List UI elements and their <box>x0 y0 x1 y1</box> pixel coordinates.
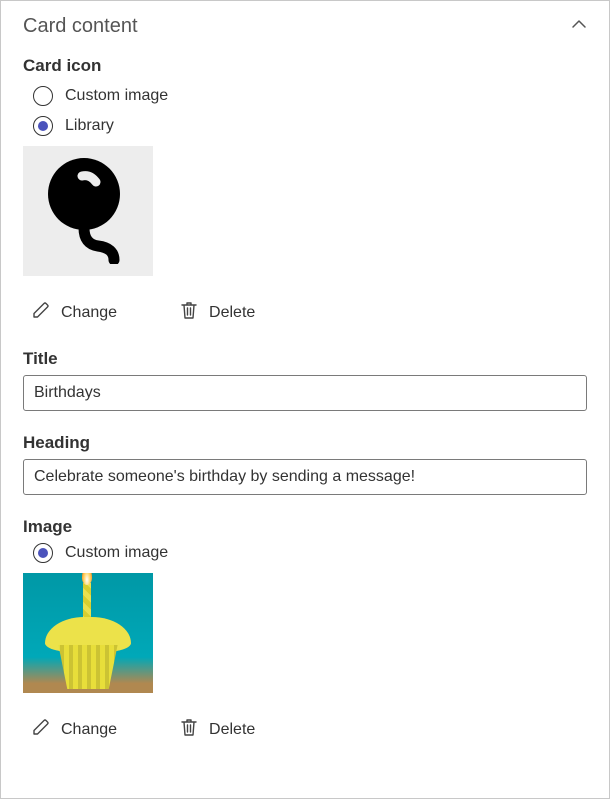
card-icon-preview <box>23 146 153 276</box>
balloon-icon <box>38 154 138 269</box>
delete-label: Delete <box>209 721 255 739</box>
radio-icon <box>33 116 53 136</box>
change-label: Change <box>61 304 117 322</box>
chevron-up-icon[interactable] <box>571 16 587 37</box>
image-radio-custom[interactable]: Custom image <box>33 543 587 563</box>
radio-icon <box>33 543 53 563</box>
image-section-label: Image <box>23 517 587 537</box>
card-icon-actions: Change Delete <box>31 298 587 327</box>
delete-label: Delete <box>209 304 255 322</box>
heading-input[interactable] <box>23 459 587 495</box>
cupcake-graphic <box>51 645 125 689</box>
card-content-panel: Card content Card icon Custom image Libr… <box>0 0 610 799</box>
panel-title: Card content <box>23 15 138 38</box>
radio-label: Custom image <box>65 87 168 105</box>
change-icon-button[interactable]: Change <box>31 298 117 327</box>
title-field-label: Title <box>23 349 587 369</box>
card-icon-radio-custom[interactable]: Custom image <box>33 86 587 106</box>
image-actions: Change Delete <box>31 715 587 744</box>
radio-label: Library <box>65 117 114 135</box>
trash-icon <box>179 300 199 325</box>
radio-icon <box>33 86 53 106</box>
panel-header: Card content <box>23 15 587 38</box>
delete-icon-button[interactable]: Delete <box>179 298 255 327</box>
trash-icon <box>179 717 199 742</box>
image-preview <box>23 573 153 693</box>
title-input[interactable] <box>23 375 587 411</box>
change-image-button[interactable]: Change <box>31 715 117 744</box>
delete-image-button[interactable]: Delete <box>179 715 255 744</box>
card-icon-radio-library[interactable]: Library <box>33 116 587 136</box>
heading-field-label: Heading <box>23 433 587 453</box>
pencil-icon <box>31 717 51 742</box>
pencil-icon <box>31 300 51 325</box>
change-label: Change <box>61 721 117 739</box>
card-icon-label: Card icon <box>23 56 587 76</box>
radio-label: Custom image <box>65 544 168 562</box>
